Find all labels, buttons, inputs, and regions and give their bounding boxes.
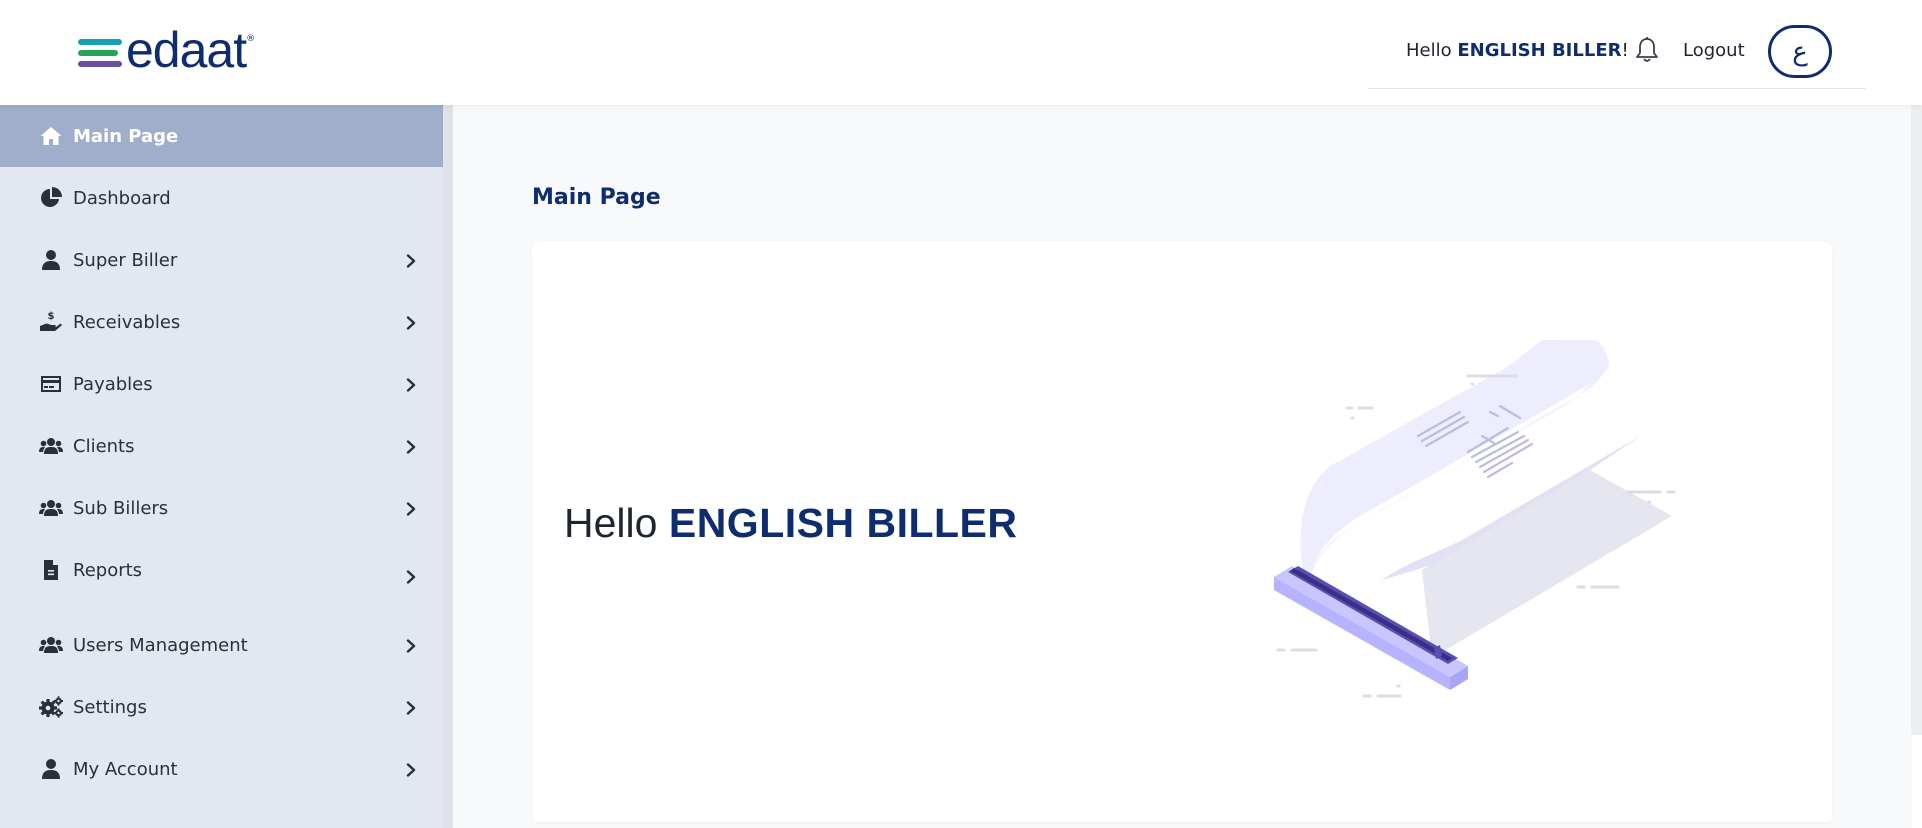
sidebar-item-label: Dashboard <box>73 187 171 209</box>
sidebar-item-super-biller[interactable]: Super Biller <box>0 229 443 291</box>
credit-card-icon <box>38 371 64 397</box>
pie-chart-icon <box>38 185 64 211</box>
sidebar-item-label: Clients <box>73 435 135 457</box>
greeting-user-name: ENGLISH BILLER <box>1457 40 1622 61</box>
svg-text:$: $ <box>48 311 55 322</box>
chevron-right-icon <box>404 762 418 777</box>
chevron-right-icon <box>404 569 418 584</box>
partially-visible-menu-icon <box>38 821 64 828</box>
user-greeting: Hello ENGLISH BILLER! <box>1406 40 1629 61</box>
welcome-prefix: Hello <box>564 500 658 546</box>
sidebar-item-payables[interactable]: Payables <box>0 353 443 415</box>
top-header: edaat ® Hello ENGLISH BILLER! Logout ع <box>0 0 1922 105</box>
sidebar-item-users-management[interactable]: Users Management <box>0 614 443 676</box>
chevron-right-icon <box>404 638 418 653</box>
receipt-printer-illustration <box>1274 340 1676 698</box>
sidebar-item-label: Reports <box>73 559 143 581</box>
chevron-right-icon <box>404 501 418 516</box>
welcome-card: Hello ENGLISH BILLER <box>532 242 1832 822</box>
logo-mark-icon <box>78 32 122 68</box>
sidebar-item-label: Main Page <box>73 125 179 147</box>
chevron-right-icon <box>404 377 418 392</box>
sidebar-item-main-page[interactable]: Main Page <box>0 105 443 167</box>
users-icon <box>38 495 64 521</box>
user-icon <box>38 756 64 782</box>
sidebar-item-label: Receivables <box>73 311 181 333</box>
sidebar-item-label: Users Management <box>73 634 248 656</box>
home-icon <box>38 123 64 149</box>
welcome-user-name: ENGLISH BILLER <box>668 500 1018 546</box>
logo-trademark: ® <box>246 34 256 44</box>
sidebar-item-sub-billers[interactable]: Sub Billers <box>0 477 443 539</box>
language-toggle-button[interactable]: ع <box>1768 25 1832 78</box>
chevron-right-icon <box>404 315 418 330</box>
sidebar-item-reports[interactable]: Reports <box>0 539 443 601</box>
greeting-suffix: ! <box>1621 40 1629 61</box>
sidebar-item-clients[interactable]: Clients <box>0 415 443 477</box>
sidebar: Main Page Dashboard Super Biller $ Recei… <box>0 105 443 828</box>
sidebar-item-label: Settings <box>73 696 147 718</box>
sidebar-item-receivables[interactable]: $ Receivables <box>0 291 443 353</box>
sidebar-item-label: My Account <box>73 758 178 780</box>
users-icon <box>38 632 64 658</box>
logout-link[interactable]: Logout <box>1683 40 1745 61</box>
users-icon <box>38 433 64 459</box>
bell-icon[interactable] <box>1634 36 1660 64</box>
welcome-message: Hello ENGLISH BILLER <box>564 500 1018 547</box>
sidebar-item-my-account[interactable]: My Account <box>0 738 443 800</box>
sidebar-item-label: Super Biller <box>73 249 178 271</box>
chevron-right-icon <box>404 700 418 715</box>
main-scrollbar[interactable] <box>1911 105 1922 735</box>
greeting-prefix: Hello <box>1406 40 1452 61</box>
hand-dollar-icon: $ <box>38 309 64 335</box>
sidebar-item-dashboard[interactable]: Dashboard <box>0 167 443 229</box>
sidebar-item-label: Sub Billers <box>73 497 169 519</box>
file-icon <box>38 557 64 583</box>
sidebar-divider <box>443 105 453 828</box>
gears-icon <box>38 694 64 720</box>
chevron-right-icon <box>404 439 418 454</box>
user-icon <box>38 247 64 273</box>
logo-text: edaat <box>126 22 247 78</box>
edaat-logo[interactable]: edaat ® <box>78 22 256 78</box>
sidebar-item-label: Payables <box>73 373 153 395</box>
header-user-area: Hello ENGLISH BILLER! Logout ع <box>1368 0 1866 89</box>
chevron-right-icon <box>404 253 418 268</box>
page-title: Main Page <box>532 185 661 210</box>
sidebar-item-settings[interactable]: Settings <box>0 676 443 738</box>
